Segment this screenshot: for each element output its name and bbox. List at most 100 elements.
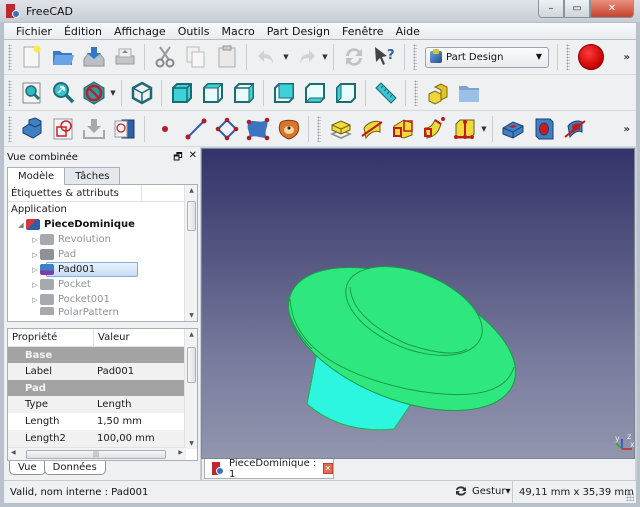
tab-taches[interactable]: Tâches — [64, 167, 121, 184]
left-view-button[interactable] — [330, 78, 361, 108]
size-grip[interactable] — [626, 493, 634, 501]
menu-part-design[interactable]: Part Design — [261, 25, 336, 38]
toolbar-grip[interactable] — [317, 116, 321, 142]
property-column-header[interactable]: Propriété — [8, 332, 93, 343]
right-view-button[interactable] — [228, 78, 259, 108]
tab-modele[interactable]: Modèle — [7, 167, 66, 185]
sketch-polyline-button[interactable] — [211, 114, 242, 144]
open-button[interactable] — [47, 42, 78, 72]
scroll-up-arrow-icon[interactable]: ▲ — [185, 331, 197, 338]
expand-arrow-icon[interactable]: ▷ — [30, 266, 40, 274]
tree-item[interactable]: ▷ Pad — [8, 247, 197, 262]
scroll-left-arrow-icon[interactable]: ◀ — [11, 449, 16, 456]
revolution-button[interactable] — [356, 114, 387, 144]
menu-outils[interactable]: Outils — [172, 25, 216, 38]
expand-arrow-icon[interactable]: ▷ — [30, 296, 40, 304]
sketch-on-face-button[interactable] — [109, 114, 140, 144]
property-group-base[interactable]: Base — [8, 347, 186, 363]
sketch-point-button[interactable] — [149, 114, 180, 144]
property-horizontal-scrollbar[interactable]: ◀ ||| ▶ — [8, 447, 186, 460]
toolbar-grip[interactable] — [566, 44, 570, 70]
isometric-view-button[interactable] — [126, 78, 157, 108]
property-row[interactable]: Length2 100,00 mm — [8, 430, 186, 447]
column-divider[interactable] — [141, 185, 142, 202]
menu-fenetre[interactable]: Fenêtre — [336, 25, 390, 38]
pad-button[interactable] — [325, 114, 356, 144]
scrollbar-thumb[interactable]: ||| — [26, 450, 166, 459]
scrollbar-thumb[interactable] — [187, 347, 196, 383]
scroll-right-arrow-icon[interactable]: ▶ — [178, 449, 183, 456]
tree-item-selected[interactable]: ▷ Pad001 — [8, 262, 197, 277]
record-macro-icon[interactable] — [578, 44, 604, 70]
print-button[interactable] — [109, 42, 140, 72]
property-row[interactable]: Length 1,50 mm — [8, 413, 186, 430]
property-value[interactable]: Pad001 — [93, 366, 134, 377]
scroll-up-arrow-icon[interactable]: ▲ — [185, 187, 197, 194]
scroll-down-arrow-icon[interactable]: ▼ — [185, 440, 197, 447]
top-view-button[interactable] — [197, 78, 228, 108]
undo-button[interactable] — [251, 42, 282, 72]
body-button[interactable] — [16, 114, 47, 144]
minimize-button[interactable]: – — [538, 0, 564, 18]
close-button[interactable]: ✕ — [590, 0, 634, 18]
property-row[interactable]: Type Length — [8, 396, 186, 413]
close-tab-icon[interactable]: ✕ — [322, 463, 333, 474]
additive-loft-button[interactable] — [387, 114, 418, 144]
expand-arrow-icon[interactable]: ▷ — [30, 281, 40, 289]
bottom-view-button[interactable] — [299, 78, 330, 108]
sketch-line-button[interactable] — [180, 114, 211, 144]
property-value[interactable]: Length — [93, 399, 132, 410]
collapse-arrow-icon[interactable]: ◢ — [16, 221, 26, 229]
menu-macro[interactable]: Macro — [215, 25, 260, 38]
scroll-down-arrow-icon[interactable]: ▼ — [185, 312, 197, 319]
save-button[interactable] — [78, 42, 109, 72]
new-sketch-button[interactable] — [47, 114, 78, 144]
menu-edition[interactable]: Édition — [58, 25, 108, 38]
fit-all-button[interactable] — [16, 78, 47, 108]
tree-item-document[interactable]: ◢ PieceDominique — [8, 217, 197, 232]
redo-dropdown-arrow[interactable]: ▼ — [321, 53, 329, 61]
menu-fichier[interactable]: Fichier — [10, 25, 58, 38]
additive-box-button[interactable] — [449, 114, 480, 144]
sketch-bspline-button[interactable] — [242, 114, 273, 144]
workbench-selector[interactable]: Part Design ▼ — [425, 46, 549, 68]
close-panel-icon[interactable]: ✕ — [189, 150, 197, 167]
scrollbar-thumb[interactable] — [187, 201, 196, 231]
tree-item[interactable]: ▷ Revolution — [8, 232, 197, 247]
additive-primitive-dropdown-arrow[interactable]: ▼ — [480, 125, 488, 133]
tab-vue[interactable]: Vue — [9, 461, 46, 475]
pocket-button[interactable] — [497, 114, 528, 144]
tree-item[interactable]: ▷ Pocket — [8, 277, 197, 292]
toolbar-grip[interactable] — [414, 80, 418, 106]
tree-item[interactable]: PolarPattern — [8, 307, 197, 315]
fit-selection-button[interactable] — [47, 78, 78, 108]
navigation-style-button[interactable]: Gestur▾ — [454, 485, 511, 497]
cut-button[interactable] — [149, 42, 180, 72]
expand-arrow-icon[interactable]: ▷ — [30, 236, 40, 244]
draw-style-dropdown-arrow[interactable]: ▼ — [109, 89, 117, 97]
groove-button[interactable] — [559, 114, 590, 144]
create-group-button[interactable] — [453, 78, 484, 108]
new-document-button[interactable] — [16, 42, 47, 72]
toolbar-grip[interactable] — [8, 80, 12, 106]
create-part-button[interactable] — [422, 78, 453, 108]
additive-pipe-button[interactable] — [418, 114, 449, 144]
toolbar-grip[interactable] — [8, 44, 12, 70]
property-value[interactable]: 100,00 mm — [93, 433, 155, 444]
document-tab[interactable]: PieceDominique : 1 ✕ — [204, 458, 334, 480]
refresh-button[interactable] — [338, 42, 369, 72]
toolbar-overflow-button[interactable]: » — [624, 124, 630, 135]
undo-dropdown-arrow[interactable]: ▼ — [282, 53, 290, 61]
paste-button[interactable] — [211, 42, 242, 72]
float-panel-icon[interactable]: 🗗 — [173, 150, 182, 167]
import-button[interactable] — [78, 114, 109, 144]
tree-root-application[interactable]: Application — [8, 202, 197, 217]
tree-item[interactable]: ▷ Pocket001 — [8, 292, 197, 307]
tab-donnees[interactable]: Données — [43, 461, 106, 475]
property-vertical-scrollbar[interactable]: ▲ ▼ — [184, 329, 197, 449]
sketcher-workbench-button[interactable] — [273, 114, 304, 144]
whats-this-button[interactable]: ? — [369, 42, 400, 72]
front-view-button[interactable] — [166, 78, 197, 108]
copy-button[interactable] — [180, 42, 211, 72]
toolbar-grip[interactable] — [8, 116, 12, 142]
